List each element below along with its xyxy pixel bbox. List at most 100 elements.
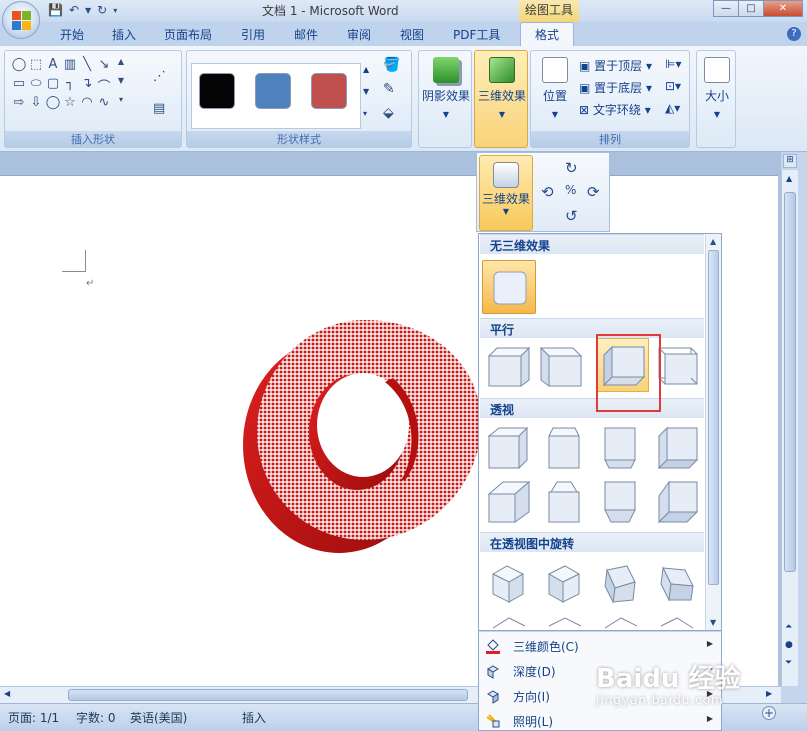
- rotate-perspective-1[interactable]: [485, 560, 531, 606]
- style-gallery-scroll-down-icon[interactable]: ▼: [363, 87, 369, 96]
- parallel-oblique-top-left[interactable]: [485, 342, 531, 388]
- close-button[interactable]: ✕: [763, 0, 803, 17]
- tilt-right-icon[interactable]: ⟳: [587, 183, 600, 201]
- office-button[interactable]: [2, 1, 40, 39]
- rotate-perspective-2[interactable]: [541, 560, 587, 606]
- tab-view[interactable]: 视图: [400, 26, 424, 43]
- tab-review[interactable]: 审阅: [347, 26, 371, 43]
- align-icon[interactable]: ⊫▾: [665, 57, 681, 71]
- shape-outline-icon[interactable]: ✎: [383, 81, 395, 97]
- perspective-6[interactable]: [541, 478, 587, 524]
- gallery-no-3d-effect[interactable]: [482, 260, 536, 314]
- gallery-expand-icon[interactable]: ▾: [113, 95, 129, 113]
- perspective-3[interactable]: [597, 424, 643, 470]
- elbow-connector-icon[interactable]: ┐: [62, 76, 78, 94]
- parallel-oblique-top-right[interactable]: [539, 342, 585, 388]
- gallery-scroll-up-icon[interactable]: ▲: [710, 237, 716, 246]
- vertical-scrollbar[interactable]: ▲ ⏶ ● ⏷: [781, 170, 798, 686]
- text-box-icon[interactable]: ▤: [153, 101, 165, 116]
- redo-icon[interactable]: ↻: [97, 3, 107, 17]
- group-icon[interactable]: ⊡▾: [665, 79, 681, 93]
- status-word-count[interactable]: 字数: 0: [76, 709, 116, 726]
- perspective-7[interactable]: [597, 478, 643, 524]
- tab-references[interactable]: 引用: [241, 26, 265, 43]
- style-swatch-blue[interactable]: [255, 73, 291, 109]
- size-button[interactable]: 大小 ▼: [699, 57, 735, 119]
- shape-fill-icon[interactable]: 🪣: [383, 57, 400, 73]
- tilt-up-icon[interactable]: ↻: [565, 159, 578, 177]
- style-swatch-red[interactable]: [311, 73, 347, 109]
- gallery-more-icon[interactable]: ▲: [113, 57, 129, 75]
- perspective-1[interactable]: [485, 424, 531, 470]
- tab-home[interactable]: 开始: [60, 26, 84, 43]
- scroll-up-icon[interactable]: ▲: [786, 174, 792, 183]
- down-arrow-shape-icon[interactable]: ⇩: [28, 95, 44, 113]
- style-gallery-scroll-up-icon[interactable]: ▲: [363, 65, 369, 74]
- bring-to-front-button[interactable]: ▣ 置于顶层 ▾: [579, 57, 652, 74]
- elbow-arrow-icon[interactable]: ↴: [79, 76, 95, 94]
- send-to-back-button[interactable]: ▣ 置于底层 ▾: [579, 79, 652, 96]
- menu-lighting[interactable]: 照明(L) ▶: [479, 709, 721, 731]
- text-wrapping-button[interactable]: ⊠ 文字环绕 ▾: [579, 101, 651, 118]
- tilt-down-icon[interactable]: ↺: [565, 207, 578, 225]
- next-page-icon[interactable]: ⏷: [785, 658, 792, 668]
- textbox-shape-icon[interactable]: A: [45, 57, 61, 75]
- zoom-in-icon[interactable]: +: [762, 706, 776, 720]
- gallery-scrollbar[interactable]: ▲ ▼: [705, 234, 721, 630]
- parallel-oblique-bottom-right[interactable]: [655, 342, 701, 388]
- threed-toggle-icon[interactable]: %: [565, 183, 576, 197]
- oval-shape-icon[interactable]: ◯: [11, 57, 27, 75]
- customize-qat-icon[interactable]: ▾: [113, 6, 117, 17]
- ruler-toggle-icon[interactable]: ⊞: [783, 154, 797, 168]
- tab-insert[interactable]: 插入: [112, 26, 136, 43]
- vertical-textbox-icon[interactable]: ▥: [62, 57, 78, 75]
- curve-icon[interactable]: ⌒: [96, 76, 112, 95]
- tab-pdf-tools[interactable]: PDF工具: [453, 26, 500, 43]
- line-shape-icon[interactable]: ╲: [79, 57, 95, 75]
- tab-page-layout[interactable]: 页面布局: [164, 26, 212, 43]
- edit-points-icon[interactable]: ⋰: [153, 69, 166, 84]
- scroll-left-icon[interactable]: ◀: [4, 689, 10, 698]
- gallery-scroll-down-icon[interactable]: ▼: [710, 618, 716, 627]
- shadow-effects-button[interactable]: 阴影效果 ▼: [421, 57, 471, 119]
- perspective-2[interactable]: [541, 424, 587, 470]
- tilt-left-icon[interactable]: ⟲: [541, 183, 554, 201]
- rotate-perspective-3[interactable]: [597, 560, 643, 606]
- cube-shape-icon[interactable]: ⬚: [28, 57, 44, 75]
- perspective-5[interactable]: [485, 478, 531, 524]
- status-page[interactable]: 页面: 1/1: [8, 709, 59, 726]
- rectangle-shape-icon[interactable]: ▭: [11, 76, 27, 94]
- right-arrow-shape-icon[interactable]: ⇨: [11, 95, 27, 113]
- tab-format[interactable]: 格式: [520, 22, 575, 46]
- prev-page-icon[interactable]: ⏶: [785, 622, 792, 632]
- save-icon[interactable]: 💾: [48, 3, 63, 17]
- arc-shape-icon[interactable]: ◠: [79, 95, 95, 113]
- undo-dropdown-icon[interactable]: ▼: [85, 6, 91, 17]
- callout-shape-icon[interactable]: ◯: [45, 95, 61, 113]
- horizontal-scroll-thumb[interactable]: [68, 689, 468, 701]
- status-language[interactable]: 英语(美国): [130, 709, 187, 726]
- style-gallery-more-icon[interactable]: ▾: [363, 109, 367, 118]
- perspective-8[interactable]: [655, 478, 701, 524]
- threed-effects-button[interactable]: 三维效果 ▼: [477, 57, 527, 119]
- tab-mailings[interactable]: 邮件: [294, 26, 318, 43]
- select-browse-object-icon[interactable]: ●: [785, 640, 793, 650]
- wave-shape-icon[interactable]: ∿: [96, 95, 112, 113]
- popbar-threed-effects-button[interactable]: 三维效果 ▼: [479, 155, 533, 231]
- ellipse-shape-icon[interactable]: ⬭: [28, 76, 44, 94]
- rotate-perspective-4[interactable]: [655, 560, 701, 606]
- help-icon[interactable]: ?: [787, 27, 801, 41]
- torus-shape[interactable]: [235, 310, 495, 560]
- undo-icon[interactable]: ↶: [69, 3, 79, 17]
- maximize-button[interactable]: □: [738, 0, 764, 17]
- arrow-line-icon[interactable]: ↘: [96, 57, 112, 75]
- position-button[interactable]: 位置 ▼: [535, 57, 575, 119]
- status-insert-mode[interactable]: 插入: [242, 709, 266, 726]
- minimize-button[interactable]: —: [713, 0, 739, 17]
- scroll-right-icon[interactable]: ▶: [766, 689, 772, 698]
- menu-3d-color[interactable]: 三维颜色(C) ▶: [479, 634, 721, 658]
- star-shape-icon[interactable]: ☆: [62, 95, 78, 113]
- style-swatch-black[interactable]: [199, 73, 235, 109]
- change-shape-icon[interactable]: ⬙: [383, 105, 394, 121]
- rounded-rect-icon[interactable]: ▢: [45, 76, 61, 94]
